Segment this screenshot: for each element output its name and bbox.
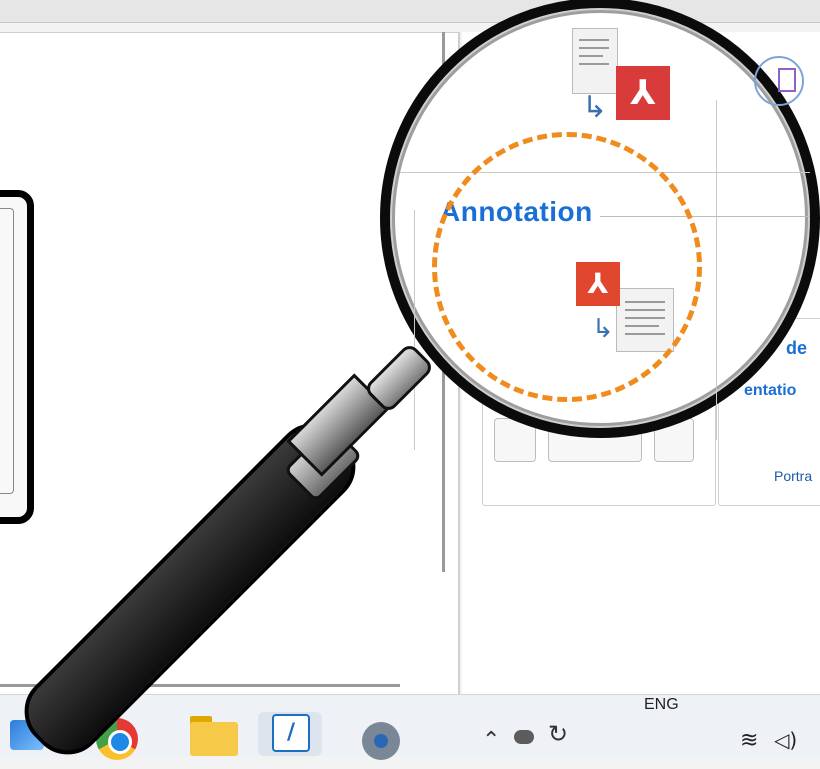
convert-to-pdf-icon[interactable]: ⅄: [616, 66, 670, 120]
document-icon: [572, 28, 618, 94]
language-indicator[interactable]: ENG: [644, 696, 679, 714]
page-icon: [778, 68, 796, 92]
chevron-up-icon[interactable]: ⌃: [482, 728, 500, 753]
cut-off-label: entatio: [744, 382, 797, 399]
settings-icon-center: [374, 734, 388, 748]
highlight-circle: [432, 132, 702, 402]
orientation-value[interactable]: Portra: [774, 468, 812, 484]
file-explorer-icon[interactable]: [190, 722, 238, 756]
chrome-icon-center: [108, 730, 132, 754]
cloud-icon[interactable]: [514, 730, 534, 744]
volume-icon[interactable]: ◁): [774, 728, 797, 752]
ribbon-group-divider: [716, 100, 717, 440]
dialog-panel: [0, 208, 14, 494]
active-app-icon[interactable]: /: [272, 714, 310, 752]
cut-off-label: de: [786, 338, 808, 358]
wifi-icon[interactable]: ≋: [740, 728, 758, 753]
sync-icon[interactable]: ↻: [548, 720, 568, 748]
arrow-icon: ↳: [582, 90, 608, 125]
